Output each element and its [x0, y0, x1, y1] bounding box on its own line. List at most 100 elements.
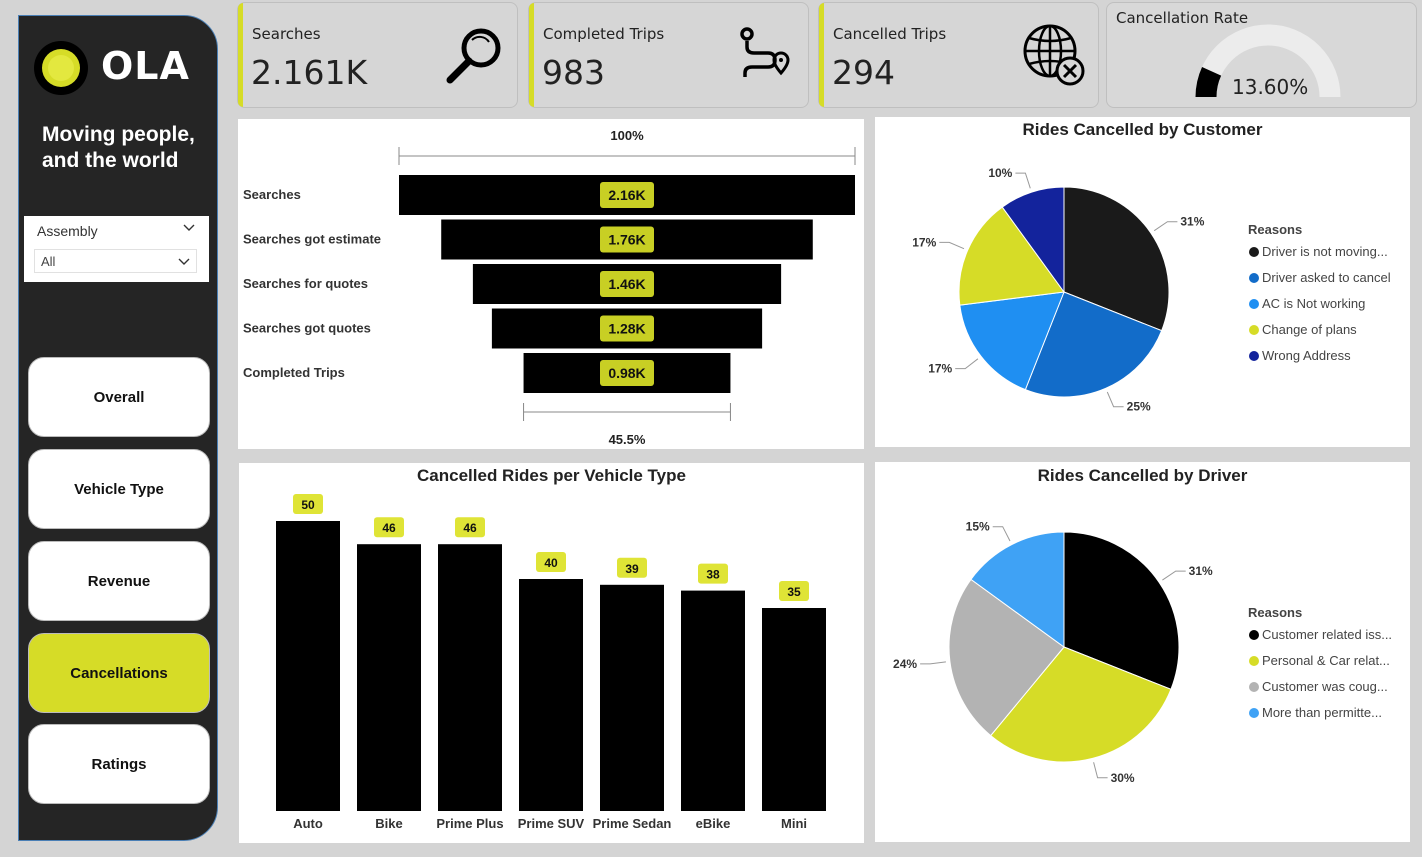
pie-data-label: 10% [988, 166, 1012, 180]
bar-value-label: 38 [706, 568, 720, 582]
funnel-value-label: 2.16K [608, 187, 645, 203]
chevron-down-icon [178, 258, 190, 265]
kpi-value: 2.161K [251, 53, 368, 92]
bar [600, 584, 664, 811]
assembly-slicer: Assembly All [24, 216, 209, 282]
bar-category-label: Prime Sedan [593, 816, 672, 831]
route-icon [740, 27, 790, 77]
kpi-accent-bar [819, 3, 824, 107]
legend-marker [1249, 708, 1259, 718]
ola-logo-icon [34, 41, 88, 95]
bar-value-label: 40 [544, 556, 558, 570]
legend-title: Reasons [1248, 605, 1302, 620]
legend-marker [1249, 299, 1259, 309]
bar-value-label: 50 [301, 498, 315, 512]
bar-value-label: 46 [463, 521, 477, 535]
bar-category-label: Prime SUV [518, 816, 585, 831]
nav-overall-button[interactable]: Overall [28, 357, 210, 437]
slicer-label: Assembly [37, 223, 98, 239]
bar [681, 590, 745, 811]
kpi-title: Searches [252, 25, 321, 43]
bar [357, 544, 421, 811]
legend-label: Driver is not moving... [1262, 244, 1388, 259]
pie-data-label: 25% [1127, 400, 1151, 414]
bar [762, 608, 826, 811]
pie-leader-line [939, 241, 965, 250]
ola-logo: OLA [33, 38, 213, 98]
pie-data-label: 17% [912, 235, 936, 249]
driver-cancel-panel: Rides Cancelled by Driver 31% 30% 24% 15% Re… [875, 462, 1410, 842]
customer-cancel-panel: Rides Cancelled by Customer 31% 25% 17% 17%… [875, 117, 1410, 447]
funnel-stage-label: Searches got quotes [243, 321, 371, 336]
kpi-title: Completed Trips [543, 25, 665, 43]
bar-value-label: 46 [382, 521, 396, 535]
tagline: Moving people, and the world [42, 122, 212, 174]
pie-data-label: 17% [928, 362, 952, 376]
legend-label: Wrong Address [1262, 348, 1351, 363]
kpi-title: Cancelled Trips [833, 25, 947, 43]
bar-value-label: 35 [787, 585, 801, 599]
legend-marker [1249, 351, 1259, 361]
legend-marker [1249, 682, 1259, 692]
nav-revenue-button[interactable]: Revenue [28, 541, 210, 621]
funnel-panel: 100% Searches 2.16K Searches got estimate 1.… [238, 119, 864, 449]
funnel-value-label: 1.46K [608, 276, 645, 292]
globe-cancel-icon [1023, 24, 1085, 86]
funnel-value-label: 1.28K [608, 321, 645, 337]
pie-leader-line [1162, 570, 1186, 581]
legend-label: Change of plans [1262, 322, 1357, 337]
vehicle-bar-panel: Cancelled Rides per Vehicle Type 50 Auto 4… [239, 463, 864, 843]
tagline-line-1: Moving people, [42, 123, 195, 146]
bar-value-label: 39 [625, 562, 639, 576]
legend-label: AC is Not working [1262, 296, 1365, 311]
legend-label: Personal & Car relat... [1262, 653, 1390, 668]
pie-data-label: 24% [893, 657, 917, 671]
pie-leader-line [1106, 391, 1124, 408]
pie-leader-line [920, 661, 946, 665]
nav-vehicle-type-button[interactable]: Vehicle Type [28, 449, 210, 529]
kpi-completed-card: Completed Trips 983 [528, 2, 809, 108]
tagline-line-2: and the world [42, 149, 179, 172]
pie-data-label: 30% [1111, 771, 1135, 785]
funnel-stage-label: Searches got estimate [243, 232, 381, 247]
funnel-bottom-percent: 45.5% [609, 432, 646, 447]
search-icon [446, 28, 501, 84]
gauge-value: 13.60% [1232, 75, 1309, 99]
kpi-accent-bar [529, 3, 534, 107]
chevron-down-icon[interactable] [182, 221, 196, 235]
bar [519, 579, 583, 811]
gauge-fill [1195, 66, 1222, 98]
nav-ratings-button[interactable]: Ratings [28, 724, 210, 804]
nav-cancellations-button[interactable]: Cancellations [28, 633, 210, 713]
legend-label: Driver asked to cancel [1262, 270, 1391, 285]
funnel-top-bracket [398, 147, 856, 165]
pie-leader-line [1093, 762, 1108, 779]
funnel-stage-label: Completed Trips [243, 365, 345, 380]
legend-label: Customer related iss... [1262, 627, 1392, 642]
slicer-dropdown[interactable]: All [34, 249, 197, 273]
bar [438, 544, 502, 811]
pie-leader-line [992, 526, 1011, 542]
funnel-bottom-bracket [523, 403, 731, 421]
funnel-stage-label: Searches for quotes [243, 276, 368, 291]
bar [276, 521, 340, 811]
kpi-value: 294 [832, 53, 895, 92]
kpi-accent-bar [238, 3, 243, 107]
sidebar: OLA Moving people, and the world Assembl… [18, 15, 218, 841]
kpi-value: 983 [542, 53, 605, 92]
kpi-cancelled-card: Cancelled Trips 294 [818, 2, 1099, 108]
funnel-value-label: 1.76K [608, 232, 645, 248]
customer-pie-chart: 31% 25% 17% 17% 10% Reasons Driver is not movi… [912, 166, 1391, 414]
legend-label: Customer was coug... [1262, 679, 1388, 694]
pie-data-label: 31% [1189, 564, 1213, 578]
funnel-chart: 100% Searches 2.16K Searches got estimate 1.… [243, 128, 856, 447]
legend-marker [1249, 656, 1259, 666]
kpi-cancellation-rate-card: Cancellation Rate 13.60% [1106, 2, 1417, 108]
legend-marker [1249, 630, 1259, 640]
funnel-top-percent: 100% [610, 128, 644, 143]
bar-category-label: Mini [781, 816, 807, 831]
pie-data-label: 31% [1180, 215, 1204, 229]
funnel-value-label: 0.98K [608, 365, 645, 381]
bar-category-label: Bike [375, 816, 402, 831]
logo-text: OLA [101, 44, 190, 88]
